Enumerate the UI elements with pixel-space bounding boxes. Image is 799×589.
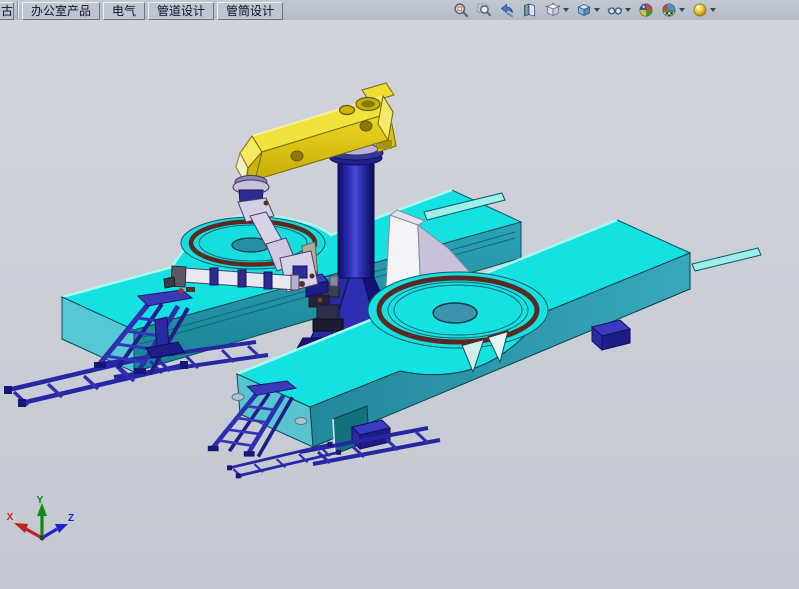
apply-scene-icon bbox=[661, 2, 677, 18]
section-view-icon bbox=[522, 2, 538, 18]
zoom-to-area-icon bbox=[476, 2, 492, 18]
tab-partial[interactable]: 古 bbox=[0, 2, 14, 20]
command-tab-bar: 古 办公室产品 电气 管道设计 管筒设计 bbox=[0, 0, 799, 21]
zoom-to-fit-icon bbox=[453, 2, 469, 18]
apply-scene-button[interactable] bbox=[660, 1, 686, 19]
section-view-button[interactable] bbox=[521, 1, 539, 19]
apply-scene-dropdown[interactable] bbox=[679, 8, 685, 12]
previous-view-button[interactable] bbox=[498, 1, 516, 19]
graphics-area[interactable]: X Y Z bbox=[0, 20, 799, 589]
tab-office-products[interactable]: 办公室产品 bbox=[22, 2, 100, 20]
display-style-dropdown[interactable] bbox=[594, 8, 600, 12]
zoom-to-fit-button[interactable] bbox=[452, 1, 470, 19]
view-settings-button[interactable] bbox=[691, 1, 717, 19]
hide-show-items-dropdown[interactable] bbox=[625, 8, 631, 12]
hide-show-items-button[interactable] bbox=[606, 1, 632, 19]
edit-appearance-icon bbox=[638, 2, 654, 18]
y-axis-label: Y bbox=[37, 495, 44, 506]
right-turntable-ring[interactable] bbox=[368, 272, 548, 348]
edit-appearance-button[interactable] bbox=[637, 1, 655, 19]
view-settings-icon bbox=[692, 2, 708, 18]
x-axis-label: X bbox=[7, 512, 14, 523]
tab-electrical[interactable]: 电气 bbox=[103, 2, 145, 20]
zoom-to-area-button[interactable] bbox=[475, 1, 493, 19]
solidworks-window: 古 办公室产品 电气 管道设计 管筒设计 bbox=[0, 0, 799, 589]
hide-show-items-icon bbox=[607, 2, 623, 18]
previous-view-icon bbox=[499, 2, 515, 18]
headsup-view-toolbar bbox=[452, 1, 799, 19]
tab-tubing-design[interactable]: 管筒设计 bbox=[217, 2, 283, 20]
view-orientation-icon bbox=[545, 2, 561, 18]
z-axis-label: Z bbox=[68, 513, 74, 524]
view-settings-dropdown[interactable] bbox=[710, 8, 716, 12]
view-orientation-button[interactable] bbox=[544, 1, 570, 19]
tab-bar-divider bbox=[17, 1, 18, 19]
display-style-icon bbox=[576, 2, 592, 18]
tab-piping-design[interactable]: 管道设计 bbox=[148, 2, 214, 20]
display-style-button[interactable] bbox=[575, 1, 601, 19]
view-orientation-dropdown[interactable] bbox=[563, 8, 569, 12]
